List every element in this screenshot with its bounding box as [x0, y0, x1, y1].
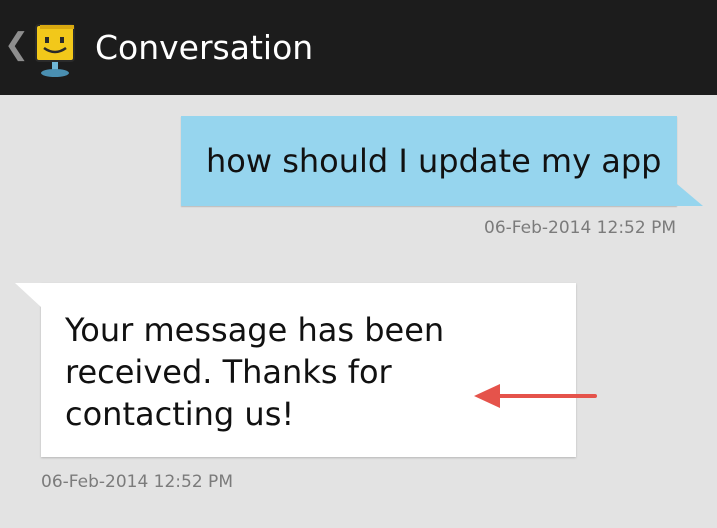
- smiley-sign-icon[interactable]: [28, 20, 82, 78]
- chevron-left-icon[interactable]: ❮: [4, 30, 29, 60]
- outgoing-message-text: how should I update my app: [206, 142, 662, 180]
- arrow-left-icon: [474, 384, 597, 408]
- incoming-message-text: Your message has been received. Thanks f…: [65, 311, 445, 433]
- outgoing-message-timestamp: 06-Feb-2014 12:52 PM: [484, 218, 676, 238]
- incoming-message-timestamp: 06-Feb-2014 12:52 PM: [41, 472, 233, 492]
- action-bar: ❮ Conversation: [0, 0, 717, 95]
- page-title: Conversation: [95, 28, 314, 67]
- outgoing-message-bubble[interactable]: how should I update my app: [181, 116, 703, 206]
- incoming-message-bubble[interactable]: Your message has been received. Thanks f…: [15, 283, 576, 457]
